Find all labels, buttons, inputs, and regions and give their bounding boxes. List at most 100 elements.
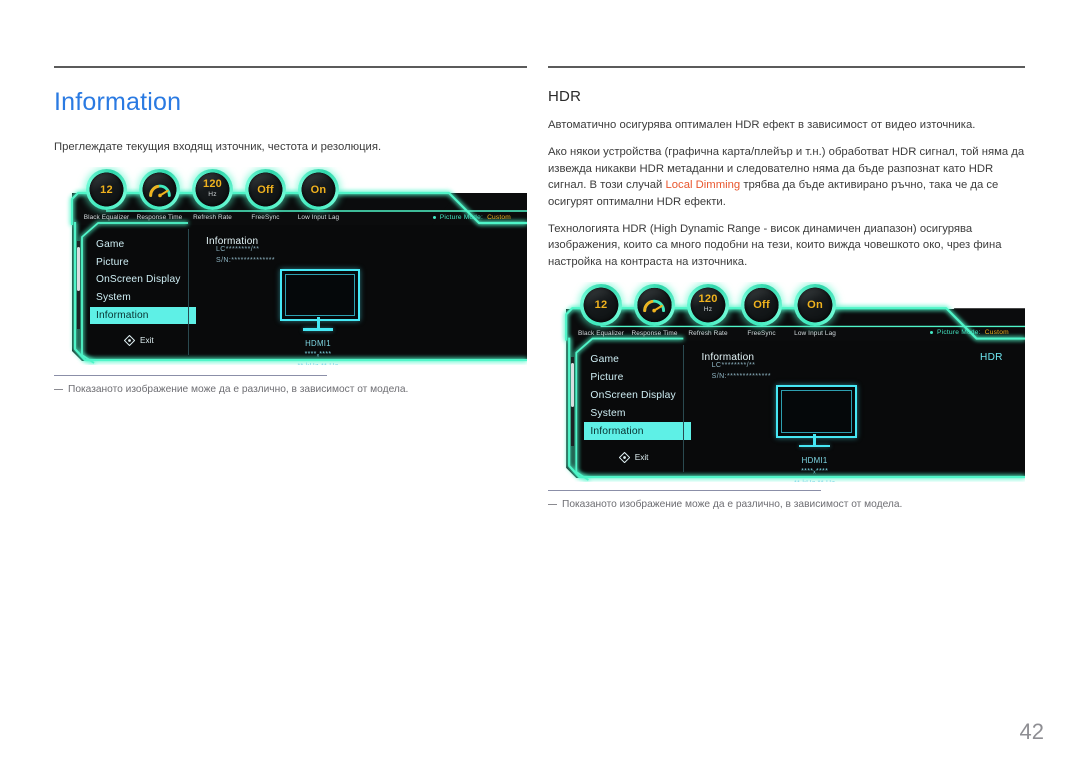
right-footnote-block: Показаното изображение може да е различн… — [548, 490, 1025, 512]
osd-panel-divider — [683, 344, 685, 473]
osd-dial-black-equalizer[interactable]: 12 Black Equalizer — [80, 169, 133, 221]
osd-menu-item-onscreen-display[interactable]: OnScreen Display — [584, 387, 691, 405]
osd-dial-refresh-rate[interactable]: 120 Hz Refresh Rate — [681, 284, 735, 337]
dial-ring: On — [794, 284, 836, 326]
osd-dial-response-time[interactable]: Response Time — [628, 284, 682, 337]
monitor-screen-shape — [776, 385, 857, 438]
monitor-stand-neck — [316, 317, 320, 329]
osd-picture-mode-indicator: Picture Mode: Custom — [432, 213, 511, 221]
monitor-stand-neck — [813, 433, 817, 445]
osd-menu-item-picture[interactable]: Picture — [584, 369, 691, 387]
osd-input-source: HDMI1 — [305, 339, 331, 349]
dial-label: Response Time — [631, 329, 678, 337]
dial-value: On — [310, 183, 327, 196]
osd-quick-dials: 12 Black Equalizer Response Time 120 Hz Refre… — [80, 169, 345, 221]
osd-dial-freesync[interactable]: Off FreeSync — [239, 169, 292, 221]
hdr-paragraph-3: Технологията HDR (High Dynamic Range - в… — [548, 223, 1002, 268]
hdr-paragraph-1: Автоматично осигурява оптимален HDR ефек… — [548, 119, 976, 131]
dial-label: Low Input Lag — [794, 329, 836, 337]
left-footnote: Показаното изображение може да е различн… — [54, 383, 527, 397]
osd-dial-low-input-lag[interactable]: On Low Input Lag — [788, 284, 842, 337]
osd-hdr-tag: HDR — [980, 351, 1003, 363]
dial-value: Off — [257, 183, 274, 196]
dial-ring: 120 Hz — [192, 169, 233, 211]
osd-dial-black-equalizer[interactable]: 12 Black Equalizer — [574, 284, 628, 337]
dial-value: 12 — [100, 183, 113, 196]
osd-preview-right: 12 Black Equalizer Response Time 120 Hz Refre… — [548, 282, 1025, 482]
picture-mode-label: Picture Mode: — [439, 213, 484, 221]
osd-menu-item-information[interactable]: Information — [584, 422, 692, 441]
dpad-icon — [123, 335, 136, 347]
osd-picture-mode-indicator: Picture Mode: Custom — [930, 329, 1009, 336]
page-title: Information — [54, 88, 182, 116]
dial-value: 120 Hz — [698, 293, 718, 314]
picture-mode-value: Custom — [487, 213, 511, 221]
right-footnote: Показаното изображение може да е различн… — [548, 498, 1025, 512]
osd-menu-item-picture[interactable]: Picture — [90, 253, 196, 271]
osd-panel-divider — [188, 229, 189, 356]
osd-menu-item-system[interactable]: System — [90, 289, 196, 307]
osd-dial-freesync[interactable]: Off FreeSync — [735, 284, 789, 337]
right-footnote-text: Показаното изображение може да е различн… — [562, 499, 903, 511]
left-footnote-block: Показаното изображение може да е различн… — [54, 375, 527, 397]
dial-label: Refresh Rate — [688, 329, 728, 337]
picture-mode-bullet-icon — [432, 215, 436, 219]
right-footnote-rule — [548, 490, 821, 492]
right-column-top-rule — [548, 66, 1025, 68]
local-dimming-term: Local Dimming — [665, 179, 741, 192]
left-footnote-text: Показаното изображение може да е различн… — [68, 384, 409, 396]
dial-unit: Hz — [208, 191, 217, 199]
osd-exit-button[interactable]: Exit — [618, 451, 648, 464]
dial-label: Refresh Rate — [193, 214, 232, 222]
dpad-icon — [618, 451, 631, 464]
osd-monitor-icon — [776, 385, 857, 438]
osd-preview-left: 12 Black Equalizer Response Time 120 Hz Refre… — [54, 167, 527, 365]
osd-resolution: ****ₓ**** — [801, 468, 829, 476]
dial-ring: 120 Hz — [687, 284, 729, 326]
osd-model-code: LC********/** — [216, 246, 260, 254]
hdr-paragraph-2: Ако някои устройства (графична карта/пле… — [548, 144, 1025, 210]
osd-resolution: ****ₓ**** — [304, 351, 332, 359]
dial-ring: 12 — [86, 169, 127, 211]
osd-dial-refresh-rate[interactable]: 120 Hz Refresh Rate — [186, 169, 239, 221]
osd-scrollbar-thumb[interactable] — [77, 247, 80, 292]
osd-menu-item-onscreen-display[interactable]: OnScreen Display — [90, 271, 196, 289]
dial-label: Response Time — [136, 214, 183, 222]
left-column: Information Преглеждате текущия входящ и… — [54, 66, 527, 397]
monitor-stand-base — [303, 328, 333, 331]
dial-label: FreeSync — [251, 214, 280, 222]
picture-mode-bullet-icon — [930, 331, 934, 335]
osd-menu-item-game[interactable]: Game — [584, 351, 691, 369]
osd-menu-list: Game Picture OnScreen Display System Informa… — [584, 351, 692, 441]
osd-quick-dials: 12 Black Equalizer Response Time 120 Hz Refre… — [574, 284, 842, 337]
section-title-hdr: HDR — [548, 88, 582, 105]
response-time-gauge-icon — [643, 300, 666, 313]
page-number: 42 — [1019, 719, 1044, 744]
footnote-dash-icon — [54, 389, 63, 391]
response-time-gauge-icon — [148, 185, 171, 198]
osd-menu-item-game[interactable]: Game — [90, 235, 196, 253]
dial-ring: On — [298, 169, 339, 211]
dial-value: 120 Hz — [203, 178, 222, 199]
dial-value: Off — [753, 298, 770, 311]
dial-label: Black Equalizer — [578, 329, 624, 337]
osd-menu-item-information[interactable]: Information — [90, 306, 196, 325]
osd-menu-item-system[interactable]: System — [584, 404, 691, 422]
osd-serial-number: S/N:************** — [711, 373, 772, 381]
osd-serial-number: S/N:************** — [216, 257, 275, 265]
dial-value: On — [807, 298, 823, 311]
osd-exit-label: Exit — [140, 336, 154, 346]
osd-dial-low-input-lag[interactable]: On Low Input Lag — [292, 169, 345, 221]
footnote-dash-icon — [548, 504, 557, 506]
osd-scrollbar-thumb[interactable] — [571, 363, 575, 408]
osd-dial-response-time[interactable]: Response Time — [133, 169, 186, 221]
left-column-top-rule — [54, 66, 527, 68]
picture-mode-label: Picture Mode: — [937, 329, 981, 337]
osd-frequency: ** kHz ** Hz — [258, 363, 378, 365]
osd-exit-button[interactable]: Exit — [123, 335, 154, 347]
right-column: HDR Автоматично осигурява оптимален HDR … — [548, 66, 1025, 512]
picture-mode-value: Custom — [984, 329, 1009, 337]
document-page: Information Преглеждате текущия входящ и… — [0, 0, 1080, 763]
osd-input-source: HDMI1 — [801, 455, 828, 465]
left-footnote-rule — [54, 375, 327, 377]
